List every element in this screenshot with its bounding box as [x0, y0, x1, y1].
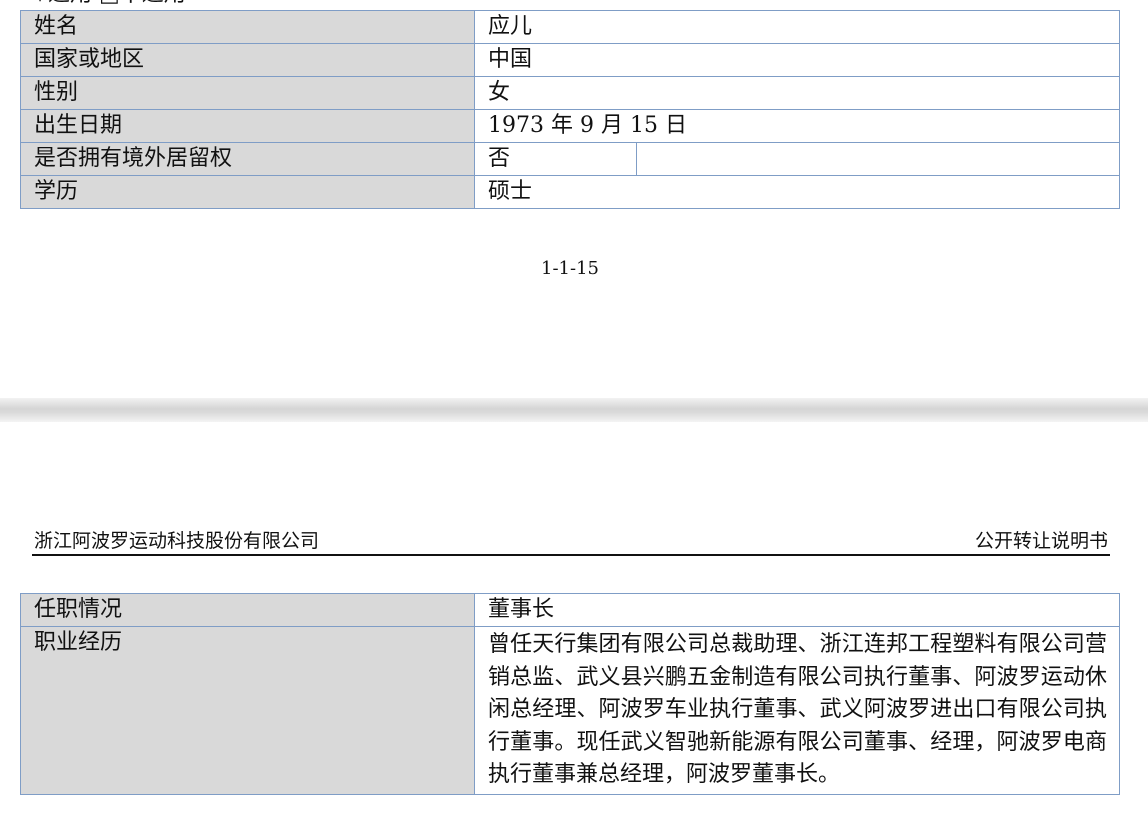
residency-split: 否 [475, 143, 1119, 175]
career-value: 曾任天行集团有限公司总裁助理、浙江连邦工程塑料有限公司营销总监、武义县兴鹏五金制… [474, 626, 1120, 795]
company-name: 浙江阿波罗运动科技股份有限公司 [34, 530, 320, 552]
position-label: 任职情况 [20, 593, 475, 627]
name-value: 应儿 [474, 10, 1120, 44]
gender-value: 女 [474, 76, 1120, 110]
applicability-note: √适用 □不适用 [34, 0, 186, 8]
name-label: 姓名 [20, 10, 475, 44]
country-value: 中国 [474, 43, 1120, 77]
table-row: 学历 硕士 [20, 175, 1120, 209]
position-value: 董事长 [474, 593, 1120, 627]
career-label: 职业经历 [20, 626, 475, 795]
table-row: 性别 女 [20, 76, 1120, 110]
residency-value: 否 [475, 143, 637, 175]
education-value: 硕士 [474, 175, 1120, 209]
personal-info-table: 姓名 应儿 国家或地区 中国 性别 女 出生日期 1973 年 9 月 15 日… [20, 10, 1120, 209]
birthdate-label: 出生日期 [20, 109, 475, 143]
table-row: 国家或地区 中国 [20, 43, 1120, 77]
gender-label: 性别 [20, 76, 475, 110]
page-bottom: 浙江阿波罗运动科技股份有限公司 公开转让说明书 任职情况 董事长 职业经历 曾任… [0, 422, 1148, 838]
residency-label: 是否拥有境外居留权 [20, 142, 475, 176]
birthdate-value: 1973 年 9 月 15 日 [474, 109, 1120, 143]
country-label: 国家或地区 [20, 43, 475, 77]
page-separator [0, 398, 1148, 422]
table-row: 是否拥有境外居留权 否 [20, 142, 1120, 176]
page-top: √适用 □不适用 姓名 应儿 国家或地区 中国 性别 女 出生日期 1973 年… [0, 0, 1148, 398]
document-title: 公开转让说明书 [974, 530, 1108, 552]
education-label: 学历 [20, 175, 475, 209]
table-row: 出生日期 1973 年 9 月 15 日 [20, 109, 1120, 143]
career-table: 任职情况 董事长 职业经历 曾任天行集团有限公司总裁助理、浙江连邦工程塑料有限公… [20, 593, 1120, 795]
table-row: 职业经历 曾任天行集团有限公司总裁助理、浙江连邦工程塑料有限公司营销总监、武义县… [20, 626, 1120, 795]
page-number: 1-1-15 [541, 258, 599, 279]
table-row: 任职情况 董事长 [20, 593, 1120, 627]
residency-value-cell: 否 [474, 142, 1120, 176]
residency-blank [637, 143, 1119, 175]
table-row: 姓名 应儿 [20, 10, 1120, 44]
document-header: 浙江阿波罗运动科技股份有限公司 公开转让说明书 [32, 526, 1110, 556]
